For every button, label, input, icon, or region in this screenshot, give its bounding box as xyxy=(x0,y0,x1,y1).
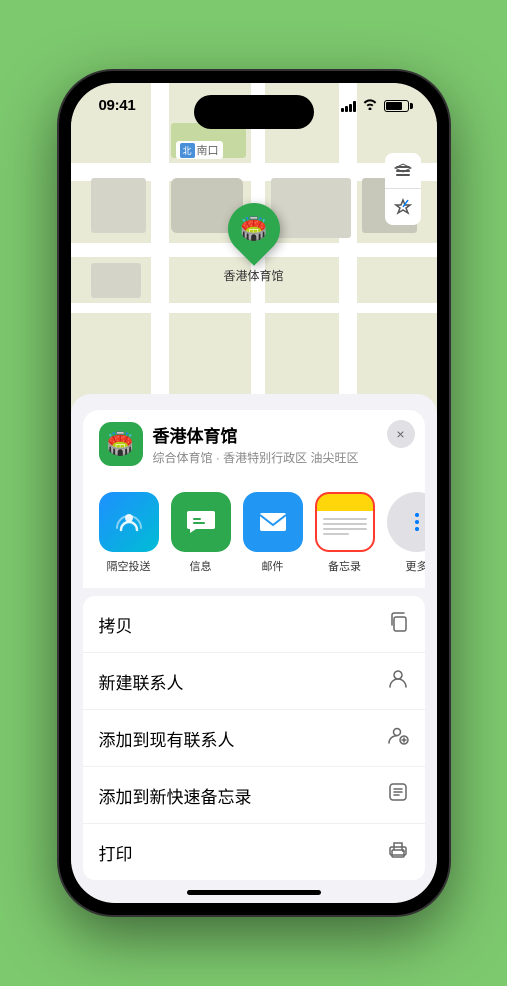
action-row-new-contact[interactable]: 新建联系人 xyxy=(83,653,425,710)
share-item-notes[interactable]: 备忘录 xyxy=(315,492,375,574)
print-icon xyxy=(387,838,409,866)
add-to-notes-label: 添加到新快速备忘录 xyxy=(99,783,252,808)
airdrop-icon xyxy=(99,492,159,552)
map-north-label: 北 南口 xyxy=(176,141,223,159)
close-button[interactable]: × xyxy=(387,420,415,448)
bottom-sheet: 🏟️ 香港体育馆 综合体育馆 · 香港特别行政区 油尖旺区 × xyxy=(71,394,437,903)
venue-info: 香港体育馆 综合体育馆 · 香港特别行政区 油尖旺区 xyxy=(153,410,409,466)
stadium-marker: 🏟️ 香港体育馆 xyxy=(223,203,283,284)
wifi-icon xyxy=(362,98,378,113)
venue-name: 香港体育馆 xyxy=(153,422,409,447)
add-to-notes-icon xyxy=(387,781,409,809)
marker-pin: 🏟️ xyxy=(217,192,291,266)
notes-label: 备忘录 xyxy=(328,558,361,574)
notes-lines xyxy=(317,514,373,550)
more-icon xyxy=(387,492,425,552)
map-layers-button[interactable] xyxy=(385,153,421,189)
status-time: 09:41 xyxy=(99,97,136,114)
copy-icon xyxy=(387,610,409,638)
action-row-add-to-contact[interactable]: 添加到现有联系人 xyxy=(83,710,425,767)
marker-pin-icon: 🏟️ xyxy=(240,216,267,242)
map-area[interactable]: 北 南口 xyxy=(71,83,437,394)
action-row-print[interactable]: 打印 xyxy=(83,824,425,880)
print-label: 打印 xyxy=(99,840,133,865)
marker-label: 香港体育馆 xyxy=(223,267,283,284)
more-label: 更多 xyxy=(406,558,425,574)
action-row-add-to-notes[interactable]: 添加到新快速备忘录 xyxy=(83,767,425,824)
venue-header: 🏟️ 香港体育馆 综合体育馆 · 香港特别行政区 油尖旺区 × xyxy=(83,410,425,478)
home-indicator xyxy=(187,890,321,895)
copy-label: 拷贝 xyxy=(99,612,133,637)
share-item-airdrop[interactable]: 隔空投送 xyxy=(99,492,159,574)
venue-icon: 🏟️ xyxy=(99,422,143,466)
add-to-contact-label: 添加到现有联系人 xyxy=(99,726,235,751)
share-item-mail[interactable]: 邮件 xyxy=(243,492,303,574)
phone-frame: 09:41 xyxy=(59,71,449,915)
location-button[interactable] xyxy=(385,189,421,225)
venue-subtitle: 综合体育馆 · 香港特别行政区 油尖旺区 xyxy=(153,449,409,466)
mail-label: 邮件 xyxy=(262,558,284,574)
dynamic-island xyxy=(194,95,314,129)
battery-icon xyxy=(384,100,409,112)
add-to-contact-icon xyxy=(387,724,409,752)
new-contact-label: 新建联系人 xyxy=(99,669,184,694)
more-dots-icon xyxy=(415,513,419,531)
action-list: 拷贝 新建联系人 xyxy=(83,596,425,880)
mail-icon xyxy=(243,492,303,552)
new-contact-icon xyxy=(387,667,409,695)
action-row-copy[interactable]: 拷贝 xyxy=(83,596,425,653)
share-row: 隔空投送 信息 xyxy=(83,478,425,588)
map-controls xyxy=(385,153,421,225)
notes-icon xyxy=(315,492,375,552)
share-item-more[interactable]: 更多 xyxy=(387,492,425,574)
messages-icon xyxy=(171,492,231,552)
status-icons xyxy=(341,98,409,113)
airdrop-label: 隔空投送 xyxy=(107,558,151,574)
map-north-tag: 北 xyxy=(180,143,195,158)
map-background: 北 南口 xyxy=(71,83,437,394)
share-item-messages[interactable]: 信息 xyxy=(171,492,231,574)
messages-label: 信息 xyxy=(190,558,212,574)
phone-screen: 09:41 xyxy=(71,83,437,903)
signal-bars-icon xyxy=(341,100,356,112)
